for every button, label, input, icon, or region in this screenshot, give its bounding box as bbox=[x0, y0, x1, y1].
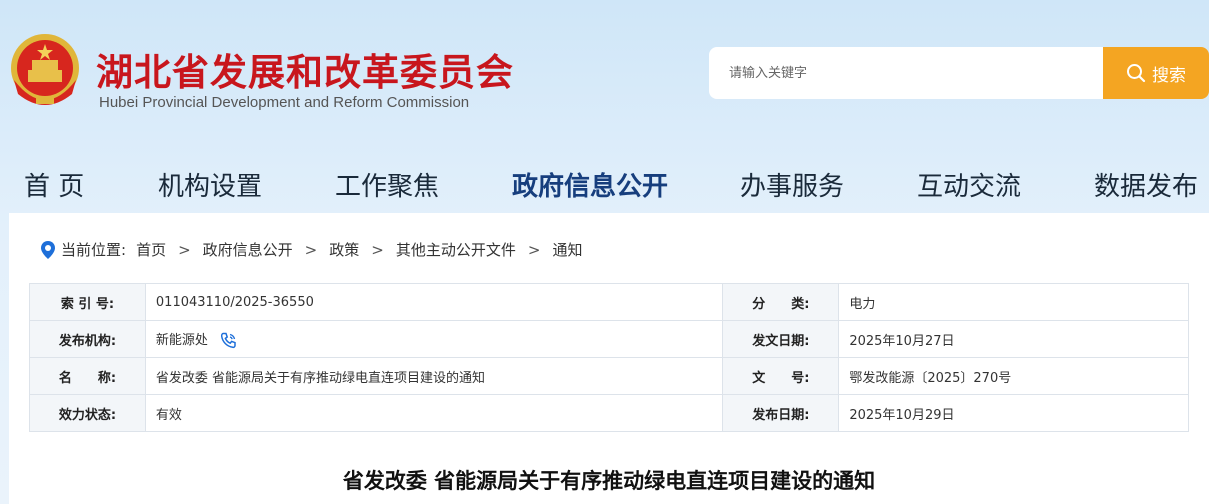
nav-services[interactable]: 办事服务 bbox=[740, 166, 844, 203]
category-value: 电力 bbox=[838, 283, 1189, 321]
nav-organization[interactable]: 机构设置 bbox=[158, 166, 262, 203]
breadcrumb-sep: > bbox=[527, 240, 541, 259]
nav-work-focus[interactable]: 工作聚焦 bbox=[335, 166, 439, 203]
name-label: 名 称: bbox=[29, 357, 146, 395]
location-pin-icon bbox=[41, 240, 55, 259]
breadcrumb-other-files[interactable]: 其他主动公开文件 bbox=[396, 239, 516, 260]
phone-icon[interactable] bbox=[220, 332, 237, 349]
org-value: 新能源处 bbox=[155, 333, 208, 348]
search-button[interactable]: 搜索 bbox=[1103, 47, 1209, 99]
breadcrumb-prefix: 当前位置: bbox=[61, 241, 127, 259]
main-content: 当前位置: 首页 > 政府信息公开 > 政策 > 其他主动公开文件 > 通知 索… bbox=[9, 213, 1209, 504]
document-title: 省发改委 省能源局关于有序推动绿电直连项目建设的通知 bbox=[342, 468, 876, 493]
site-title-en: Hubei Provincial Development and Reform … bbox=[99, 94, 470, 111]
status-label: 效力状态: bbox=[29, 394, 146, 432]
doc-no-value: 鄂发改能源〔2025〕270号 bbox=[838, 357, 1189, 395]
breadcrumb-sep: > bbox=[178, 240, 191, 259]
nav-interaction[interactable]: 互动交流 bbox=[917, 166, 1021, 203]
status-value: 有效 bbox=[144, 394, 724, 432]
doc-no-label: 文 号: bbox=[722, 357, 840, 395]
nav-gov-info[interactable]: 政府信息公开 bbox=[512, 166, 668, 203]
nav-data-release[interactable]: 数据发布 bbox=[1094, 166, 1198, 203]
index-label: 索 引 号: bbox=[29, 283, 146, 321]
name-value: 省发改委 省能源局关于有序推动绿电直连项目建设的通知 bbox=[144, 357, 724, 395]
site-title-cn: 湖北省发展和改革委员会 bbox=[96, 51, 514, 94]
table-row: 效力状态: 有效 发布日期: 2025年10月29日 bbox=[29, 394, 1189, 432]
search-input[interactable] bbox=[709, 47, 1103, 99]
doc-date-value: 2025年10月27日 bbox=[838, 320, 1189, 358]
org-cell: 新能源处 bbox=[144, 320, 724, 358]
search-button-label: 搜索 bbox=[1152, 65, 1186, 86]
table-row: 索 引 号: 011043110/2025-36550 分 类: 电力 bbox=[29, 283, 1189, 321]
breadcrumb-sep: > bbox=[371, 240, 384, 259]
pub-date-value: 2025年10月29日 bbox=[838, 394, 1189, 432]
document-metadata-table: 索 引 号: 011043110/2025-36550 分 类: 电力 发布机构… bbox=[29, 283, 1189, 432]
search-icon bbox=[1127, 64, 1146, 83]
nav-home[interactable]: 首 页 bbox=[24, 166, 84, 203]
table-row: 名 称: 省发改委 省能源局关于有序推动绿电直连项目建设的通知 文 号: 鄂发改… bbox=[29, 357, 1189, 395]
national-emblem-icon bbox=[11, 34, 79, 105]
pub-date-label: 发布日期: bbox=[722, 394, 840, 432]
breadcrumb-notice[interactable]: 通知 bbox=[552, 239, 582, 260]
breadcrumb-sep: > bbox=[304, 240, 318, 259]
org-label: 发布机构: bbox=[29, 320, 146, 358]
site-header: 湖北省发展和改革委员会 Hubei Provincial Development… bbox=[0, 0, 1209, 150]
category-label: 分 类: bbox=[722, 283, 840, 321]
breadcrumb-policy[interactable]: 政策 bbox=[329, 239, 359, 260]
breadcrumb-gov-info[interactable]: 政府信息公开 bbox=[203, 239, 293, 260]
breadcrumb: 当前位置: 首页 > 政府信息公开 > 政策 > 其他主动公开文件 > 通知 bbox=[41, 239, 582, 260]
breadcrumb-home[interactable]: 首页 bbox=[136, 239, 166, 260]
doc-date-label: 发文日期: bbox=[722, 320, 840, 358]
table-row: 发布机构: 新能源处 发文日期: 2025年10月27日 bbox=[29, 320, 1189, 358]
main-nav: 首 页 机构设置 工作聚焦 政府信息公开 办事服务 互动交流 数据发布 bbox=[0, 160, 1209, 208]
index-value: 011043110/2025-36550 bbox=[144, 283, 724, 321]
